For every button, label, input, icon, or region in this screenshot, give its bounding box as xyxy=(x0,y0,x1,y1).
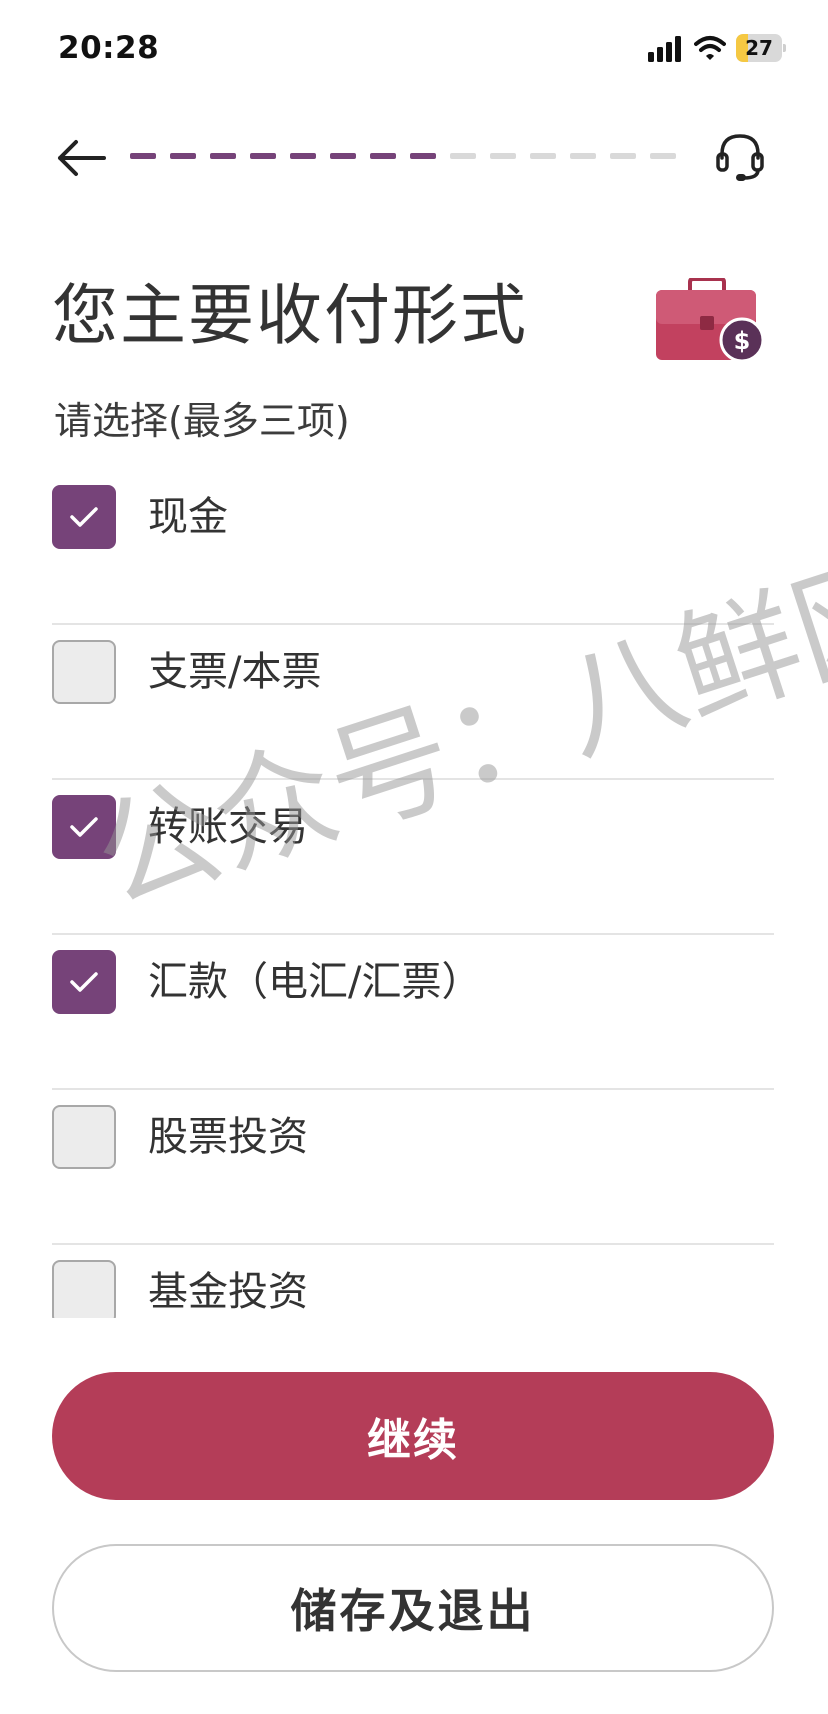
progress-step-pending xyxy=(570,153,596,159)
option-transfer[interactable]: 转账交易 xyxy=(52,780,774,935)
checkmark-icon xyxy=(70,817,98,837)
progress-step-complete xyxy=(370,153,396,159)
payment-method-options: 现金 支票/本票 转账交易 汇款（电汇/汇票） 股票投资 基金投资 xyxy=(52,470,774,1318)
page-subtitle: 请选择(最多三项) xyxy=(54,399,350,443)
checkbox[interactable] xyxy=(52,950,116,1014)
checkbox[interactable] xyxy=(52,485,116,549)
briefcase-dollar-icon: $ xyxy=(656,278,764,362)
option-cash[interactable]: 现金 xyxy=(52,470,774,625)
checkbox[interactable] xyxy=(52,795,116,859)
headset-icon[interactable] xyxy=(714,130,766,184)
option-funds[interactable]: 基金投资 xyxy=(52,1245,774,1318)
option-label: 基金投资 xyxy=(148,1269,308,1315)
checkbox[interactable] xyxy=(52,1260,116,1318)
progress-step-complete xyxy=(250,153,276,159)
continue-button[interactable]: 继续 xyxy=(52,1372,774,1500)
progress-step-pending xyxy=(610,153,636,159)
wifi-icon xyxy=(694,36,726,60)
progress-step-complete xyxy=(330,153,356,159)
option-label: 支票/本票 xyxy=(148,649,322,695)
option-label: 汇款（电汇/汇票） xyxy=(148,959,482,1005)
progress-step-pending xyxy=(490,153,516,159)
option-label: 现金 xyxy=(148,494,228,540)
svg-text:$: $ xyxy=(734,327,751,355)
option-label: 股票投资 xyxy=(148,1114,308,1160)
progress-step-pending xyxy=(450,153,476,159)
step-progress-indicator xyxy=(130,153,696,159)
progress-step-pending xyxy=(530,153,556,159)
progress-step-complete xyxy=(170,153,196,159)
option-cheque[interactable]: 支票/本票 xyxy=(52,625,774,780)
checkbox[interactable] xyxy=(52,640,116,704)
status-bar: 20:28 27 xyxy=(0,0,828,98)
progress-step-complete xyxy=(410,153,436,159)
progress-step-complete xyxy=(210,153,236,159)
checkbox[interactable] xyxy=(52,1105,116,1169)
checkmark-icon xyxy=(70,507,98,527)
cellular-signal-icon xyxy=(648,36,681,62)
option-remittance[interactable]: 汇款（电汇/汇票） xyxy=(52,935,774,1090)
option-label: 转账交易 xyxy=(148,804,308,850)
page-title: 您主要收付形式 xyxy=(52,277,528,354)
back-arrow-icon[interactable] xyxy=(54,136,108,180)
progress-step-complete xyxy=(290,153,316,159)
status-time: 20:28 xyxy=(58,30,160,66)
progress-step-complete xyxy=(130,153,156,159)
progress-step-pending xyxy=(650,153,676,159)
option-stocks[interactable]: 股票投资 xyxy=(52,1090,774,1245)
save-and-exit-button[interactable]: 储存及退出 xyxy=(52,1544,774,1672)
checkmark-icon xyxy=(70,972,98,992)
battery-level: 27 xyxy=(745,36,773,60)
app-screen: 20:28 27 您主要收付形式 $ 请选择(最多三项) 现金 支票/本票 转账… xyxy=(0,0,828,1714)
battery-indicator: 27 xyxy=(736,34,786,62)
